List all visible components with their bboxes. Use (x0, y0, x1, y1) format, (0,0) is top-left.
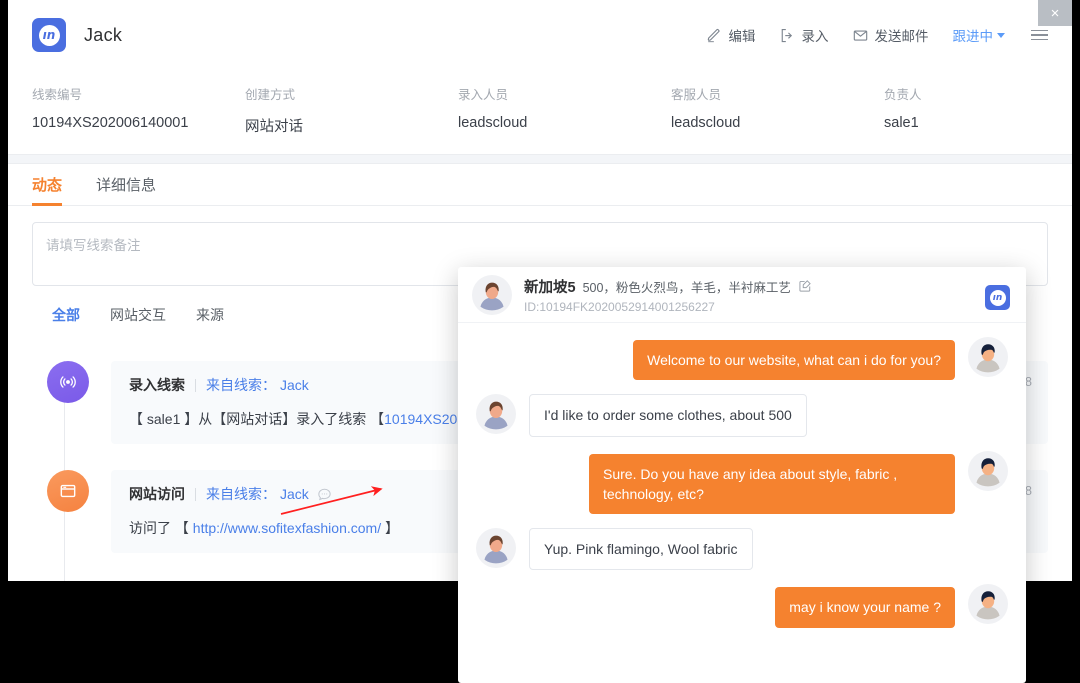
app-logo-icon: ın (32, 18, 66, 52)
visitor-avatar (476, 528, 516, 569)
chat-message-visitor: Yup. Pink flamingo, Wool fabric (476, 528, 1008, 571)
timeline-body-suffix: 】 (381, 520, 399, 536)
page-title: Jack (84, 24, 123, 45)
chat-bubble: may i know your name ? (775, 587, 955, 628)
meta-field-entered-by: 录入人员 leadscloud (458, 84, 671, 136)
timeline-source-value[interactable]: Jack (280, 377, 309, 393)
timeline-source-value[interactable]: Jack (280, 486, 309, 502)
timeline-timestamp: 8 (1025, 375, 1032, 389)
broadcast-icon (47, 361, 89, 403)
divider (195, 378, 196, 392)
meta-field-create-method: 创建方式 网站对话 (245, 84, 458, 136)
detail-tabs: 动态 详细信息 (8, 164, 1072, 206)
section-divider (8, 155, 1072, 164)
chat-bubble: I'd like to order some clothes, about 50… (529, 394, 807, 437)
filter-site-interaction[interactable]: 网站交互 (110, 305, 166, 325)
chat-bubble: Welcome to our website, what can i do fo… (633, 340, 955, 381)
chat-message-visitor: I'd like to order some clothes, about 50… (476, 394, 1008, 437)
tab-activity[interactable]: 动态 (32, 164, 63, 206)
meta-field-lead-no: 线索编号 10194XS202006140001 (32, 84, 245, 136)
screen: × ın Jack 编辑 录入 发送邮件 跟进中 线索编号 10194XS202… (0, 0, 1080, 683)
chat-visitor-name: 新加坡5 (524, 279, 576, 296)
browser-window-icon (47, 470, 89, 512)
meta-value: 10194XS202006140001 (32, 115, 189, 131)
timeline-body-prefix: 【 sale1 】从【网站对话】录入了线索 【 (129, 411, 385, 427)
mail-icon (853, 28, 868, 43)
edit-button[interactable]: 编辑 (707, 25, 756, 45)
tab-details[interactable]: 详细信息 (96, 164, 156, 206)
chat-conversation-popup: 新加坡5 500，粉色火烈鸟，羊毛，半衬麻工艺 ID:10194FK202005… (458, 267, 1026, 683)
meta-label: 负责人 (884, 88, 922, 102)
visitor-avatar (472, 274, 512, 315)
chat-header: 新加坡5 500，粉色火烈鸟，羊毛，半衬麻工艺 ID:10194FK202005… (458, 267, 1026, 323)
chat-app-logo-glyph: ın (989, 289, 1006, 306)
chat-visitor-desc: 500，粉色火烈鸟，羊毛，半衬麻工艺 (582, 280, 791, 295)
meta-label: 客服人员 (671, 88, 722, 102)
status-badge-label: 跟进中 (952, 29, 994, 44)
divider (195, 487, 196, 501)
filter-all[interactable]: 全部 (52, 305, 80, 325)
chat-visitor-info: 新加坡5 500，粉色火烈鸟，羊毛，半衬麻工艺 ID:10194FK202005… (524, 276, 812, 314)
visitor-avatar (476, 394, 516, 435)
chat-bubble: Sure. Do you have any idea about style, … (589, 453, 955, 515)
timeline-body-prefix: 访问了 【 (129, 520, 193, 536)
timeline-source-label: 来自线索： (206, 486, 276, 502)
meta-label: 线索编号 (32, 88, 83, 102)
meta-field-service-staff: 客服人员 leadscloud (671, 84, 884, 136)
visited-url-link[interactable]: http://www.sofitexfashion.com/ (193, 520, 381, 536)
hamburger-menu-icon[interactable] (1031, 29, 1048, 41)
send-mail-button[interactable]: 发送邮件 (853, 25, 929, 45)
app-logo-glyph: ın (38, 24, 60, 46)
filter-source[interactable]: 来源 (196, 305, 224, 325)
chat-message-agent: Welcome to our website, what can i do fo… (476, 337, 1008, 381)
meta-value: 网站对话 (245, 119, 303, 135)
close-icon[interactable]: × (1038, 0, 1072, 26)
chat-message-agent: may i know your name ? (476, 584, 1008, 628)
chevron-down-icon (997, 32, 1005, 38)
panel-header: ın Jack 编辑 录入 发送邮件 跟进中 (8, 0, 1072, 70)
timeline-kind: 网站访问 (129, 486, 185, 502)
timeline-timestamp: 8 (1025, 484, 1032, 498)
status-badge[interactable]: 跟进中 (952, 25, 1005, 45)
lead-meta-row: 线索编号 10194XS202006140001 创建方式 网站对话 录入人员 … (8, 70, 1072, 155)
meta-field-owner: 负责人 sale1 (884, 84, 1072, 136)
import-button[interactable]: 录入 (780, 25, 829, 45)
agent-avatar (968, 584, 1008, 625)
header-actions: 编辑 录入 发送邮件 跟进中 (707, 25, 1048, 45)
timeline-kind: 录入线索 (129, 377, 185, 393)
send-mail-button-label: 发送邮件 (874, 29, 929, 44)
meta-value: sale1 (884, 115, 919, 131)
meta-label: 录入人员 (458, 88, 509, 102)
import-icon (780, 28, 795, 43)
chat-message-agent: Sure. Do you have any idea about style, … (476, 450, 1008, 515)
agent-avatar (968, 450, 1008, 491)
chat-message-list: Welcome to our website, what can i do fo… (458, 323, 1026, 652)
meta-value: leadscloud (458, 115, 528, 131)
chat-visitor-id: ID:10194FK2020052914001256227 (524, 299, 715, 314)
import-button-label: 录入 (801, 29, 829, 44)
meta-value: leadscloud (671, 115, 741, 131)
edit-square-icon[interactable] (798, 279, 812, 293)
pencil-icon (707, 28, 722, 43)
meta-label: 创建方式 (245, 88, 296, 102)
timeline-source-label: 来自线索： (206, 377, 276, 393)
chat-bubble: Yup. Pink flamingo, Wool fabric (529, 528, 753, 571)
agent-avatar (968, 337, 1008, 377)
edit-button-label: 编辑 (728, 29, 756, 44)
chat-app-logo-icon: ın (985, 285, 1010, 310)
chat-bubble-icon[interactable] (317, 487, 332, 502)
